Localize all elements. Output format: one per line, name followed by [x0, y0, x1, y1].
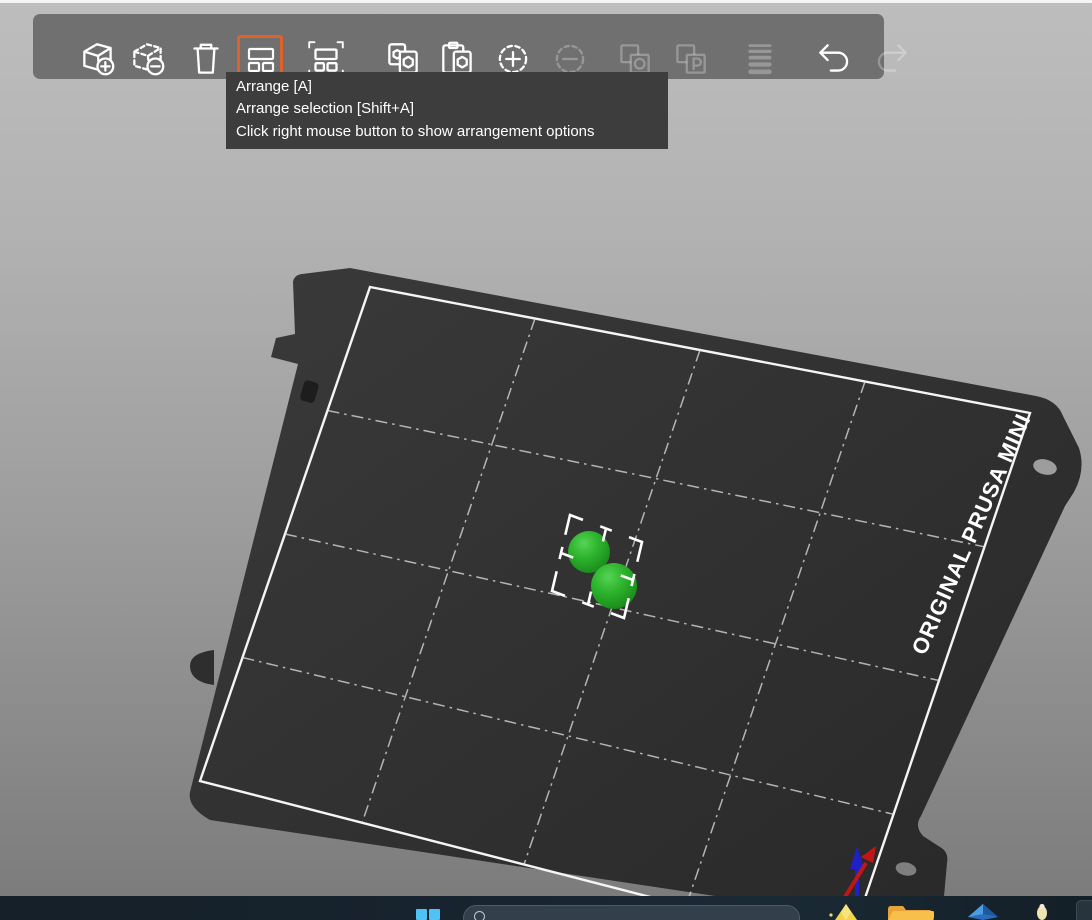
taskbar-edge-button[interactable]: [1076, 900, 1092, 920]
toolbar-button-undo[interactable]: [814, 38, 856, 80]
tooltip-line-2: Arrange selection [Shift+A]: [236, 100, 415, 118]
windows-logo-icon: [416, 909, 427, 920]
toolbar-button-split-parts[interactable]: [670, 38, 712, 80]
figurine-app-icon[interactable]: [1033, 903, 1051, 920]
trash-icon: [193, 43, 219, 74]
print-bed: ORIGINAL PRUSA MINI: [189, 268, 1082, 920]
undo-icon: [819, 44, 849, 72]
windows-taskbar: [0, 896, 1092, 920]
toolbar-button-redo[interactable]: [870, 38, 912, 80]
add-cube-icon: [83, 43, 115, 76]
tooltip-line-1: Arrange [A]: [236, 78, 312, 95]
windows-logo-icon: [429, 909, 440, 920]
toolbar-button-layer-height[interactable]: [739, 38, 781, 80]
pencil-app-icon[interactable]: [826, 902, 866, 920]
split-parts-icon: [676, 44, 706, 74]
search-icon: [474, 911, 485, 920]
redo-icon: [877, 44, 907, 72]
window-top-strip: [0, 0, 1092, 3]
layers-icon: [748, 44, 772, 75]
main-toolbar: [33, 14, 907, 81]
prusaslicer-3d-viewport: ORIGINAL PRUSA MINI Arrange [A] Arrange …: [0, 0, 1092, 920]
search-box[interactable]: [463, 905, 800, 920]
toolbar-button-delete-all[interactable]: [185, 38, 227, 80]
toolbar-button-delete[interactable]: [127, 38, 169, 80]
toolbar-button-add[interactable]: [77, 38, 119, 80]
gem-app-icon[interactable]: [966, 904, 1000, 920]
file-explorer-icon[interactable]: [886, 904, 934, 920]
start-button[interactable]: [416, 909, 456, 920]
delete-cube-icon: [133, 43, 165, 76]
arrange-tooltip: Arrange [A] Arrange selection [Shift+A] …: [226, 72, 668, 150]
tooltip-line-3: Click right mouse button to show arrange…: [236, 122, 595, 140]
model-sphere-2[interactable]: [591, 563, 637, 609]
bed-clip-left: [189, 650, 214, 685]
